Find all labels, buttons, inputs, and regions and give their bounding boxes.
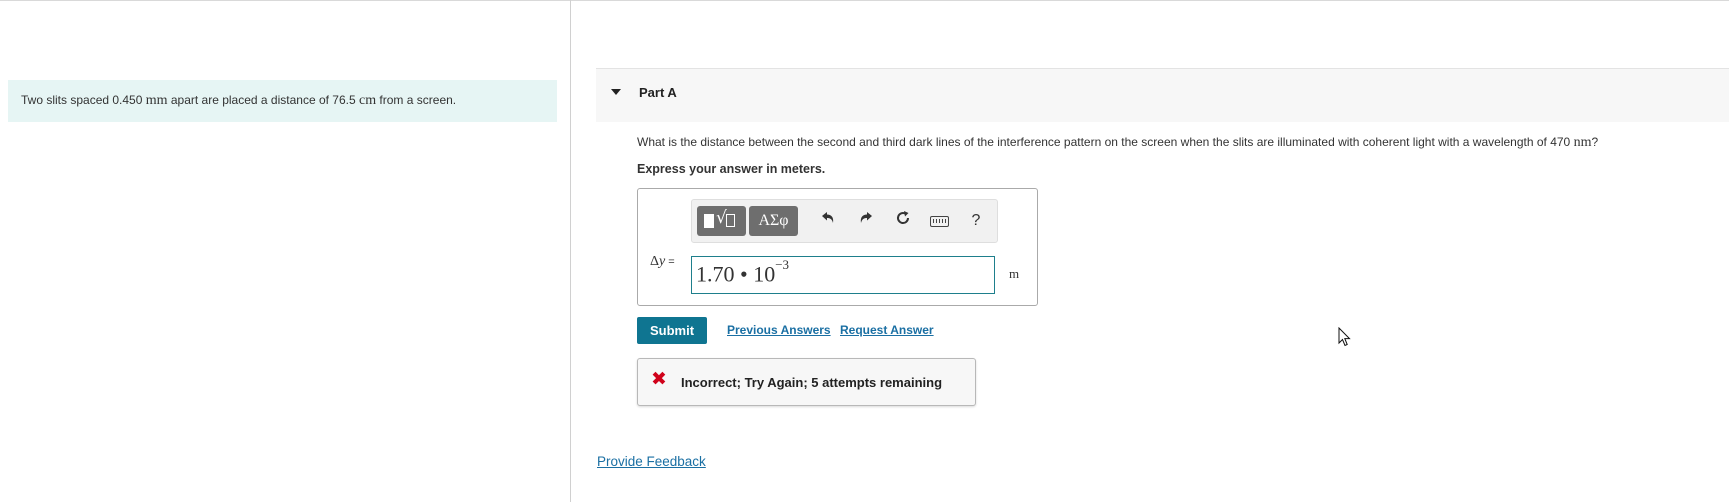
mouse-cursor-icon xyxy=(1338,326,1352,352)
answer-value-base: 1.70 • 10 xyxy=(696,261,776,287)
equals-sign: = xyxy=(665,256,675,268)
problem-unit-mm: mm xyxy=(145,93,168,108)
problem-text-1: Two slits spaced 0.450 xyxy=(21,93,146,107)
top-rule xyxy=(0,0,1729,1)
request-answer-link[interactable]: Request Answer xyxy=(840,323,934,337)
answer-variable-label: Δy = xyxy=(650,254,675,270)
problem-text-2: apart are placed a distance of 76.5 xyxy=(167,93,359,107)
collapse-triangle-icon[interactable] xyxy=(611,89,621,95)
keyboard-icon[interactable] xyxy=(928,208,952,234)
answer-box: √ ΑΣφ ? Δy = 1.70 • 10−3 m xyxy=(637,188,1038,306)
greek-symbols-button[interactable]: ΑΣφ xyxy=(749,206,798,236)
help-button[interactable]: ? xyxy=(964,208,988,234)
question-unit-nm: nm xyxy=(1573,135,1592,150)
part-title: Part A xyxy=(639,85,677,100)
templates-button[interactable]: √ xyxy=(697,206,746,236)
panel-divider xyxy=(570,0,571,502)
submit-button[interactable]: Submit xyxy=(637,317,707,344)
question-body: What is the distance between the second … xyxy=(637,135,1574,149)
delta-symbol: Δ xyxy=(650,254,660,269)
feedback-box: ✖ Incorrect; Try Again; 5 attempts remai… xyxy=(637,358,976,406)
problem-text-3: from a screen. xyxy=(376,93,457,107)
question-end: ? xyxy=(1591,135,1599,149)
redo-icon[interactable] xyxy=(854,208,878,234)
answer-input[interactable]: 1.70 • 10−3 xyxy=(691,256,995,294)
previous-answers-link[interactable]: Previous Answers xyxy=(727,323,831,337)
feedback-message: Incorrect; Try Again; 5 attempts remaini… xyxy=(681,375,943,390)
problem-statement: Two slits spaced 0.450 mm apart are plac… xyxy=(8,80,557,122)
template-box-icon xyxy=(726,214,735,227)
template-block-icon xyxy=(704,214,714,228)
part-a-header[interactable]: Part A xyxy=(596,68,1729,122)
answer-value-exponent: −3 xyxy=(775,257,790,272)
answer-instruction: Express your answer in meters. xyxy=(637,162,826,176)
provide-feedback-link[interactable]: Provide Feedback xyxy=(597,454,706,469)
math-toolbar: √ ΑΣφ ? xyxy=(691,199,998,243)
answer-unit: m xyxy=(1009,266,1020,281)
reset-icon[interactable] xyxy=(891,208,915,234)
undo-icon[interactable] xyxy=(816,208,840,234)
question-text: What is the distance between the second … xyxy=(637,135,1598,151)
problem-unit-cm: cm xyxy=(358,93,377,108)
x-mark-icon: ✖ xyxy=(651,369,667,390)
